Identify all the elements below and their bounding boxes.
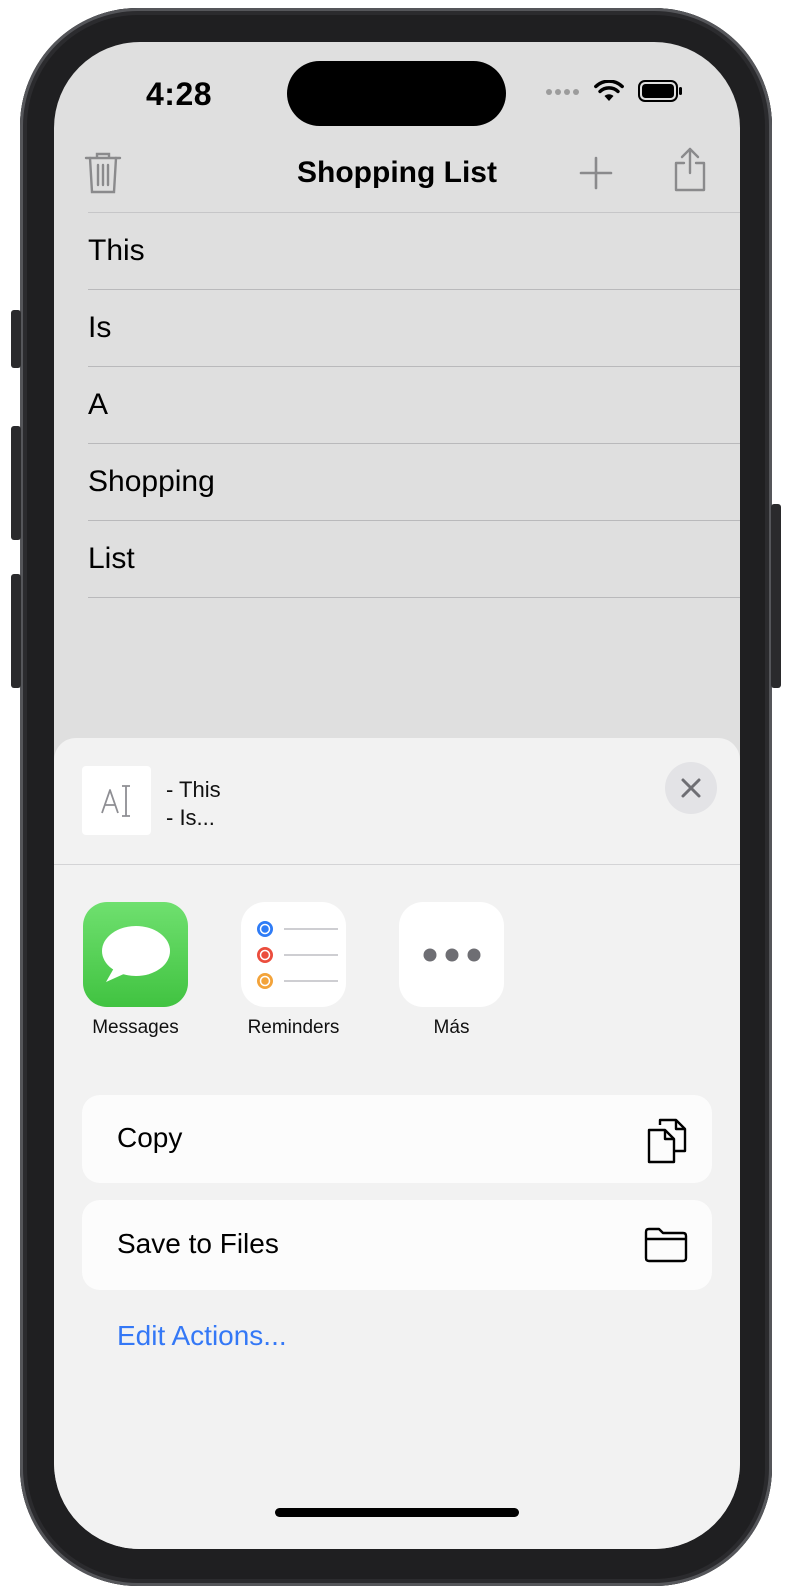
silent-switch [11, 310, 21, 368]
close-button[interactable] [665, 762, 717, 814]
app-label: Más [433, 1017, 470, 1038]
copy-icon [647, 1118, 687, 1164]
list-item-label: List [88, 542, 135, 575]
add-icon[interactable] [579, 156, 613, 190]
list-item[interactable]: List [88, 521, 740, 598]
edit-actions-link[interactable]: Edit Actions... [117, 1320, 287, 1352]
nav-title: Shopping List [297, 156, 497, 189]
list-item-label: Shopping [88, 465, 215, 498]
action-label: Copy [117, 1122, 183, 1153]
share-preview-text: - This - Is... [166, 776, 221, 832]
screen: 4:28 Shopping List This Is A Shopping Li… [54, 42, 740, 1549]
folder-icon [644, 1227, 688, 1263]
dynamic-island [287, 61, 506, 126]
status-icons [546, 80, 684, 102]
status-time: 4:28 [146, 76, 213, 112]
text-document-icon [100, 784, 130, 817]
volume-up-button [11, 426, 21, 540]
text-preview-thumbnail [82, 766, 151, 835]
reminders-icon [241, 902, 346, 1007]
volume-down-button [11, 574, 21, 688]
share-icon[interactable] [672, 146, 708, 192]
share-app-more[interactable]: Más [399, 902, 504, 1039]
share-sheet-header: - This - Is... [54, 738, 740, 865]
preview-line: - This [166, 777, 221, 802]
share-apps-row: Messages Reminders Más [83, 902, 504, 1039]
home-indicator[interactable] [275, 1508, 519, 1517]
list-item[interactable]: Is [88, 290, 740, 367]
preview-line: - Is... [166, 805, 215, 830]
share-app-messages[interactable]: Messages [83, 902, 188, 1039]
copy-action[interactable]: Copy [82, 1095, 712, 1183]
list-item-label: This [88, 234, 145, 267]
action-label: Save to Files [117, 1228, 279, 1259]
share-app-reminders[interactable]: Reminders [241, 902, 346, 1039]
list-item-label: Is [88, 311, 112, 344]
close-icon [681, 778, 701, 798]
more-icon [399, 902, 504, 1007]
shopping-list: This Is A Shopping List [88, 212, 740, 598]
messages-icon [83, 902, 188, 1007]
list-item[interactable]: This [88, 212, 740, 290]
app-label: Messages [92, 1017, 179, 1038]
list-item[interactable]: A [88, 367, 740, 444]
cellular-signal-icon [546, 89, 579, 95]
share-sheet: - This - Is... Messages Reminders Más Co… [54, 738, 740, 1549]
list-item-label: A [88, 388, 109, 421]
power-button [771, 504, 781, 688]
wifi-icon [594, 80, 624, 101]
save-to-files-action[interactable]: Save to Files [82, 1200, 712, 1290]
battery-icon [638, 80, 682, 102]
app-label: Reminders [247, 1017, 340, 1038]
list-item[interactable]: Shopping [88, 444, 740, 521]
navigation-bar: Shopping List [54, 142, 740, 214]
